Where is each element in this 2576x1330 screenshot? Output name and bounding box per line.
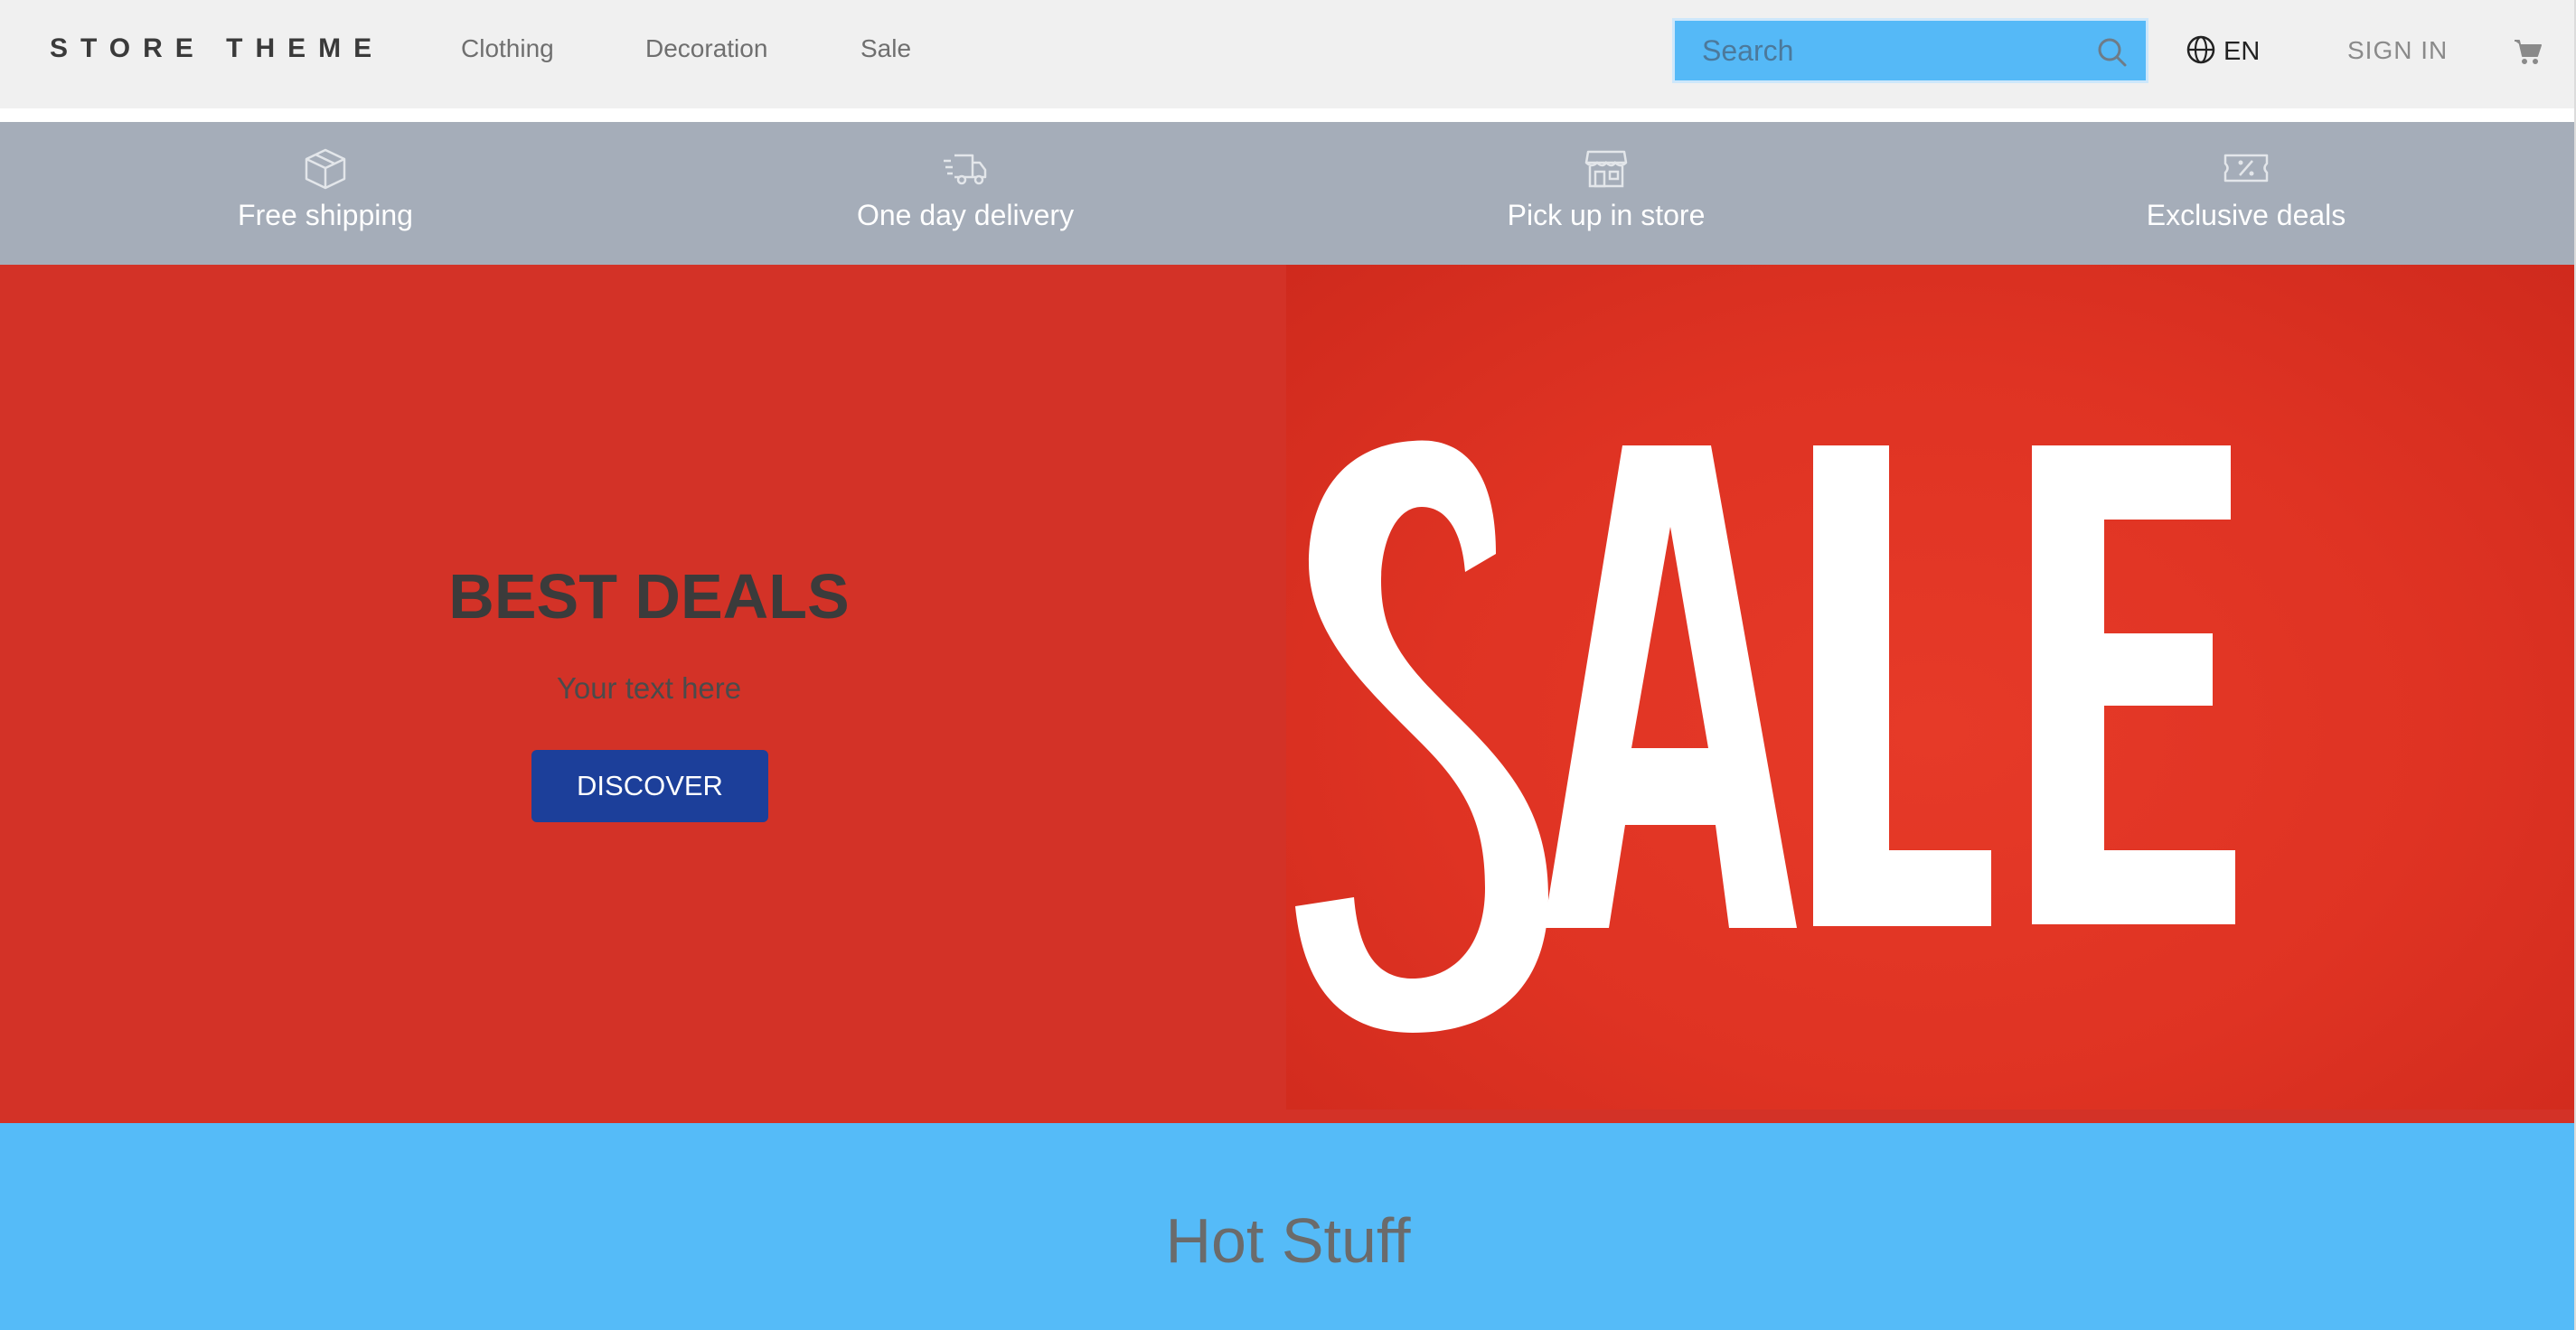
- feature-free-shipping: Free shipping: [145, 122, 506, 265]
- feature-label: Free shipping: [238, 199, 413, 231]
- language-selector[interactable]: EN: [2186, 34, 2260, 70]
- sign-in-link[interactable]: SIGN IN: [2347, 36, 2448, 65]
- hero-subtitle: Your text here: [556, 671, 742, 705]
- search-input[interactable]: [1675, 21, 2082, 80]
- delivery-truck-icon: [942, 146, 989, 190]
- coupon-icon: [2223, 146, 2270, 190]
- hero-title: BEST DEALS: [448, 561, 850, 632]
- nav-item-sale[interactable]: Sale: [860, 34, 911, 63]
- store-logo[interactable]: STORE THEME: [50, 33, 384, 64]
- section-title: Hot Stuff: [1165, 1205, 1411, 1276]
- cart-icon[interactable]: [2513, 36, 2543, 67]
- hot-stuff-section: Hot Stuff: [0, 1123, 2576, 1330]
- sale-banner-image[interactable]: [1286, 265, 2576, 1110]
- globe-icon: [2186, 34, 2216, 70]
- site-header: STORE THEME Clothing Decoration Sale EN …: [0, 0, 2576, 108]
- nav-item-clothing[interactable]: Clothing: [461, 34, 554, 63]
- feature-pick-up-in-store: Pick up in store: [1425, 122, 1787, 265]
- feature-label: Pick up in store: [1507, 199, 1706, 231]
- discover-button[interactable]: DISCOVER: [531, 750, 768, 822]
- nav-item-decoration[interactable]: Decoration: [645, 34, 767, 63]
- language-label: EN: [2223, 37, 2261, 66]
- hero-text-block: BEST DEALS Your text here DISCOVER: [0, 265, 1288, 1123]
- features-bar: Free shipping One day delivery Pick up i…: [0, 122, 2576, 265]
- search-icon[interactable]: [2095, 35, 2129, 70]
- feature-label: Exclusive deals: [2146, 199, 2346, 231]
- feature-one-day-delivery: One day delivery: [785, 122, 1146, 265]
- store-icon: [1583, 146, 1630, 190]
- search-bar: [1672, 18, 2148, 83]
- feature-exclusive-deals: Exclusive deals: [2065, 122, 2427, 265]
- box-icon: [302, 146, 349, 190]
- feature-label: One day delivery: [856, 199, 1075, 231]
- hero-banner: BEST DEALS Your text here DISCOVER: [0, 265, 2576, 1123]
